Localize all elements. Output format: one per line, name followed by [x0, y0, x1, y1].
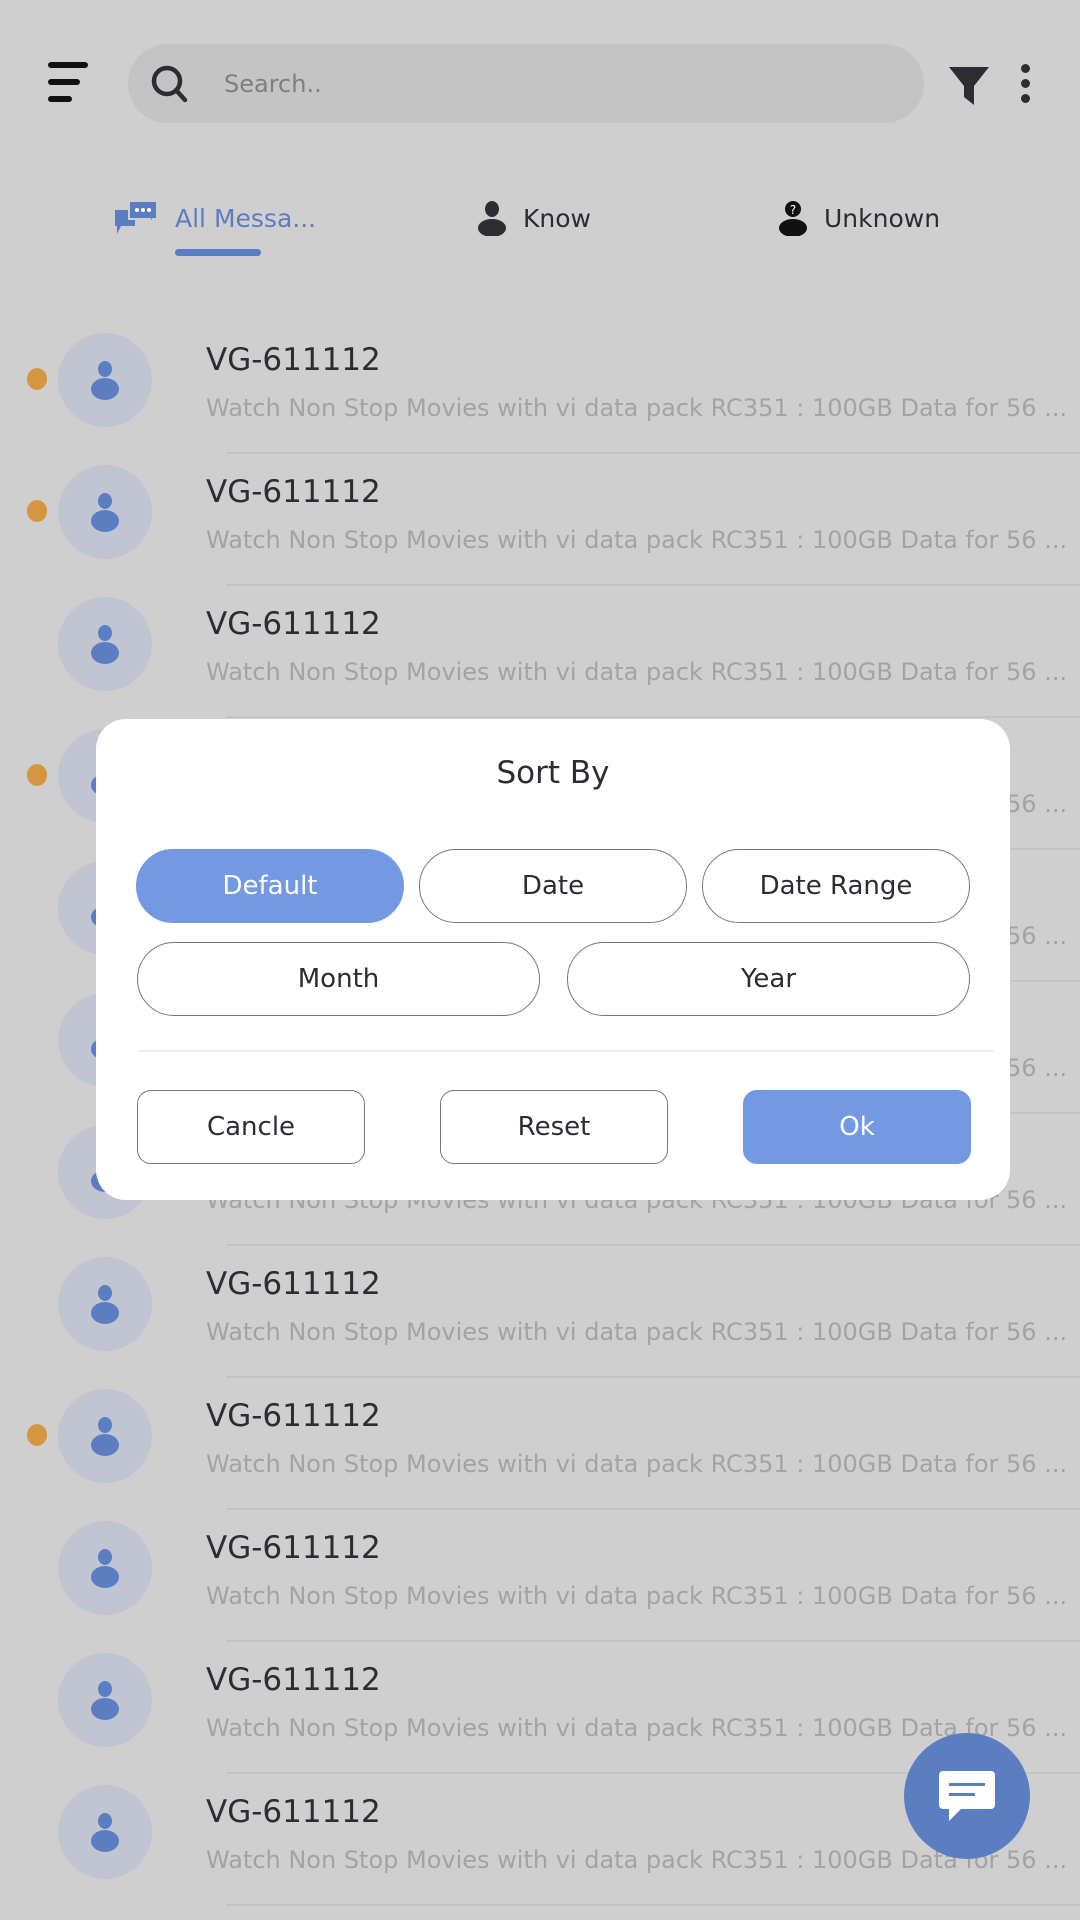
sort-option-year[interactable]: Year: [567, 942, 970, 1016]
tab-know[interactable]: Know: [477, 196, 591, 240]
tab-label: Unknown: [824, 203, 941, 233]
sender-name: VG-611112: [206, 1530, 381, 1566]
tab-label: Know: [523, 203, 591, 233]
sort-option-default[interactable]: Default: [136, 849, 404, 923]
new-message-button[interactable]: [904, 1733, 1030, 1859]
avatar: [58, 1785, 152, 1879]
message-row[interactable]: VG-611112 Watch Non Stop Movies with vi d…: [0, 322, 1080, 454]
tab-label: All Messa...: [175, 203, 317, 233]
sender-name: VG-611112: [206, 1794, 381, 1830]
unread-dot: [27, 764, 47, 786]
reset-button[interactable]: Reset: [440, 1090, 668, 1164]
message-row[interactable]: VG-611112 Watch Non Stop Movies with vi d…: [0, 1642, 1080, 1774]
message-row[interactable]: VG-611112 Watch Non Stop Movies with vi d…: [0, 1510, 1080, 1642]
tab-all-messages[interactable]: All Messa...: [113, 196, 316, 240]
sender-name: VG-611112: [206, 606, 381, 642]
message-preview: Watch Non Stop Movies with vi data pack …: [206, 1714, 1068, 1742]
ok-button[interactable]: Ok: [743, 1090, 971, 1164]
sort-by-dialog: Sort By Default Date Date Range Month Ye…: [96, 719, 1010, 1200]
avatar: [58, 1257, 152, 1351]
unknown-person-icon: ?: [779, 201, 807, 236]
avatar: [58, 465, 152, 559]
more-options-icon[interactable]: [1018, 64, 1034, 104]
avatar: [58, 1389, 152, 1483]
person-icon: [478, 201, 506, 236]
person-icon: [91, 625, 119, 664]
divider: [226, 1904, 1080, 1906]
message-row[interactable]: VG-611112 Watch Non Stop Movies with vi d…: [0, 454, 1080, 586]
sender-name: VG-611112: [206, 342, 381, 378]
search-input[interactable]: [224, 44, 874, 123]
person-icon: [91, 1813, 119, 1852]
sender-name: VG-611112: [206, 1266, 381, 1302]
search-icon: [151, 65, 188, 103]
person-icon: [91, 1549, 119, 1588]
menu-icon[interactable]: [48, 62, 100, 104]
avatar: [58, 597, 152, 691]
message-preview: Watch Non Stop Movies with vi data pack …: [206, 526, 1068, 554]
sort-option-month[interactable]: Month: [137, 942, 540, 1016]
message-row[interactable]: VG-611112 Watch Non Stop Movies with vi d…: [0, 1378, 1080, 1510]
active-tab-indicator: [175, 249, 261, 256]
divider: [138, 1050, 994, 1052]
sort-option-date-range[interactable]: Date Range: [702, 849, 970, 923]
avatar: [58, 1521, 152, 1615]
message-row[interactable]: VG-611112 Watch Non Stop Movies with vi d…: [0, 1246, 1080, 1378]
unread-dot: [27, 368, 47, 390]
avatar: [58, 1653, 152, 1747]
chat-bubbles-icon: [115, 200, 158, 234]
person-icon: [91, 1285, 119, 1324]
person-icon: [91, 1417, 119, 1456]
dialog-title: Sort By: [496, 755, 610, 791]
unread-dot: [27, 500, 47, 522]
message-preview: Watch Non Stop Movies with vi data pack …: [206, 394, 1068, 422]
message-preview: Watch Non Stop Movies with vi data pack …: [206, 1582, 1068, 1610]
tab-unknown[interactable]: ? Unknown: [778, 196, 940, 240]
message-preview: Watch Non Stop Movies with vi data pack …: [206, 658, 1068, 686]
sort-option-date[interactable]: Date: [419, 849, 687, 923]
message-preview: Watch Non Stop Movies with vi data pack …: [206, 1318, 1068, 1346]
message-icon: [939, 1771, 995, 1821]
search-bar[interactable]: [128, 44, 924, 123]
sender-name: VG-611112: [206, 1398, 381, 1434]
cancel-button[interactable]: Cancle: [137, 1090, 365, 1164]
sender-name: VG-611112: [206, 1662, 381, 1698]
sender-name: VG-611112: [206, 474, 381, 510]
person-icon: [91, 1681, 119, 1720]
message-row[interactable]: VG-611112 Watch Non Stop Movies with vi d…: [0, 586, 1080, 718]
unread-dot: [27, 1424, 47, 1446]
person-icon: [91, 361, 119, 400]
avatar: [58, 333, 152, 427]
message-preview: Watch Non Stop Movies with vi data pack …: [206, 1450, 1068, 1478]
filter-icon[interactable]: [948, 66, 990, 106]
person-icon: [91, 493, 119, 532]
svg-text:?: ?: [790, 203, 796, 217]
